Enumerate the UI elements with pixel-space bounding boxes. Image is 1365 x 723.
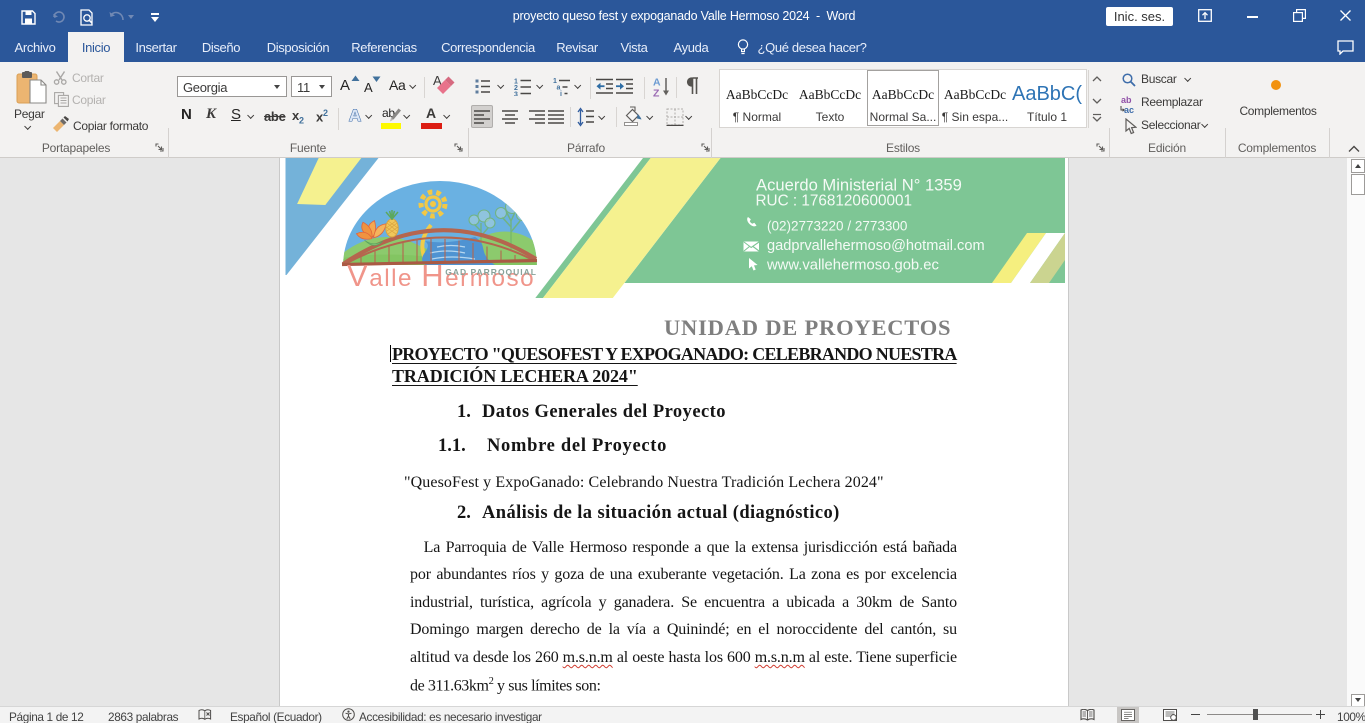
svg-text:(02)2773220 / 2773300: (02)2773220 / 2773300: [767, 219, 907, 234]
svg-text:www.vallehermoso.gob.ec: www.vallehermoso.gob.ec: [766, 258, 939, 274]
svg-text:A: A: [349, 106, 361, 124]
svg-text:gadprvallehermoso@hotmail.com: gadprvallehermoso@hotmail.com: [767, 238, 985, 254]
svg-text:RUC : 1768120600001: RUC : 1768120600001: [756, 193, 913, 210]
svg-text:ab: ab: [1121, 95, 1132, 105]
svg-text:GAD PARROQUIAL: GAD PARROQUIAL: [445, 267, 537, 277]
svg-text:3: 3: [514, 92, 518, 97]
svg-text:i: i: [560, 91, 562, 96]
svg-text:Z: Z: [653, 88, 660, 98]
svg-text:ac: ac: [1124, 105, 1134, 114]
